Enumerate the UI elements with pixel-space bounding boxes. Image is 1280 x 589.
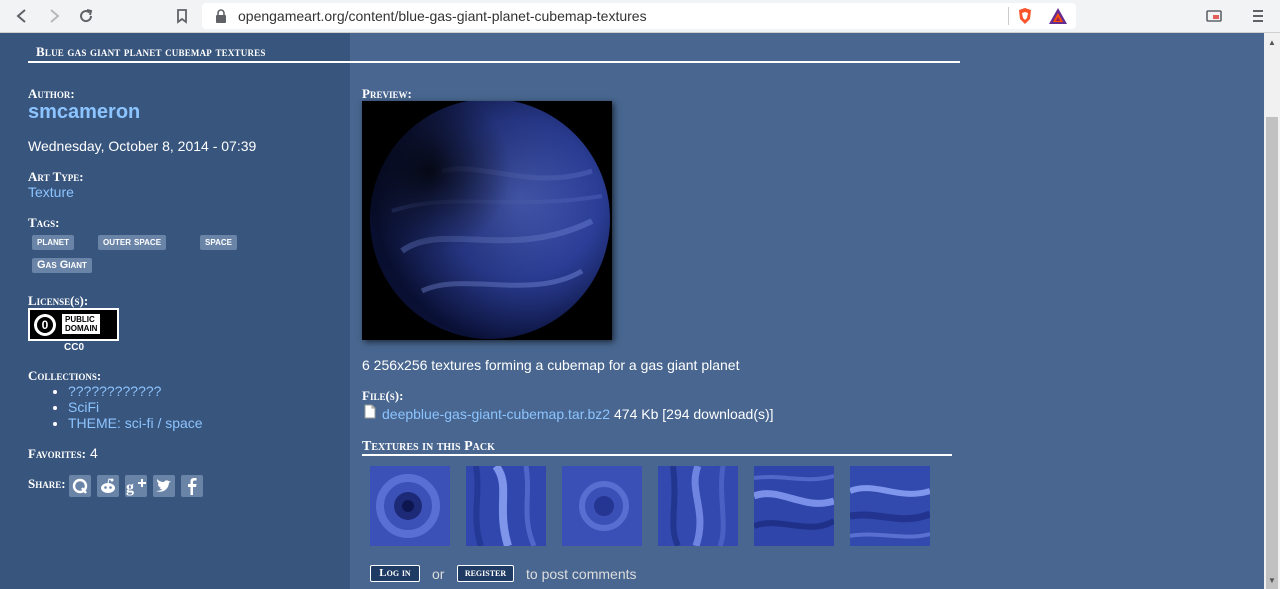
register-button[interactable]: register xyxy=(457,565,514,582)
list-item[interactable]: THEME: sci-fi / space xyxy=(68,415,203,431)
collection-link[interactable]: SciFi xyxy=(68,399,99,415)
page-title: Blue gas giant planet cubemap textures xyxy=(36,44,266,59)
license-label: License(s): xyxy=(28,293,89,308)
log-in-button[interactable]: Log in xyxy=(370,565,420,582)
back-icon[interactable] xyxy=(12,6,32,26)
file-download-link[interactable]: deepblue-gas-giant-cubemap.tar.bz2 xyxy=(382,406,610,422)
license-name: CC0 xyxy=(64,342,85,353)
tag-gas-giant[interactable]: Gas Giant xyxy=(32,258,92,273)
tags-label: Tags: xyxy=(28,215,60,230)
scroll-up-icon[interactable]: ▲ xyxy=(1268,39,1276,47)
share-quora-icon[interactable] xyxy=(69,475,91,497)
art-type-link[interactable]: Texture xyxy=(28,184,74,200)
collections-label: Collections: xyxy=(28,368,102,383)
texture-thumbnail[interactable] xyxy=(754,466,834,546)
planet-preview-image[interactable] xyxy=(362,101,612,340)
lock-icon xyxy=(214,8,228,24)
cc0-badge[interactable]: 0 PUBLIC DOMAIN xyxy=(28,308,119,341)
bookmark-icon[interactable] xyxy=(172,6,192,26)
list-item[interactable]: ???????????? xyxy=(68,383,203,399)
scroll-down-icon[interactable]: ▼ xyxy=(1268,577,1276,585)
tag-outer-space[interactable]: outer space xyxy=(98,235,167,250)
brave-shield-icon[interactable] xyxy=(1016,7,1034,25)
address-bar[interactable]: opengameart.org/content/blue-gas-giant-p… xyxy=(202,3,1076,29)
share-label: Share: xyxy=(28,476,66,491)
post-comments-text: to post comments xyxy=(526,566,637,582)
file-size-info: 474 Kb [294 download(s)] xyxy=(614,406,774,422)
collection-link[interactable]: ???????????? xyxy=(68,383,161,399)
forward-icon[interactable] xyxy=(44,6,64,26)
page-title-bar: Blue gas giant planet cubemap textures xyxy=(28,38,960,63)
brave-rewards-icon[interactable] xyxy=(1048,7,1068,25)
scrollbar-thumb[interactable] xyxy=(1266,117,1278,589)
or-text: or xyxy=(432,566,445,582)
post-date: Wednesday, October 8, 2014 - 07:39 xyxy=(28,138,257,154)
share-googleplus-icon[interactable]: g xyxy=(125,475,147,497)
texture-thumbnail[interactable] xyxy=(562,466,642,546)
share-twitter-icon[interactable] xyxy=(153,475,175,497)
collection-link[interactable]: THEME: sci-fi / space xyxy=(68,415,203,431)
menu-icon[interactable] xyxy=(1248,6,1268,26)
collections-list: ???????????? SciFi THEME: sci-fi / space xyxy=(52,383,203,431)
texture-thumbnail[interactable] xyxy=(466,466,546,546)
reload-icon[interactable] xyxy=(76,6,96,26)
textures-pack-heading: Textures in this Pack xyxy=(362,437,952,456)
file-icon xyxy=(364,404,376,419)
public-domain-mark: PUBLIC DOMAIN xyxy=(62,314,101,334)
share-facebook-icon[interactable] xyxy=(181,475,203,497)
svg-text:g: g xyxy=(126,479,134,496)
browser-toolbar: opengameart.org/content/blue-gas-giant-p… xyxy=(0,0,1280,33)
list-item[interactable]: SciFi xyxy=(68,399,203,415)
preview-label: Preview: xyxy=(362,86,412,101)
author-label: Author: xyxy=(28,86,75,101)
texture-description: 6 256x256 textures forming a cubemap for… xyxy=(362,357,740,373)
author-link[interactable]: smcameron xyxy=(28,101,140,124)
url-text: opengameart.org/content/blue-gas-giant-p… xyxy=(238,8,647,24)
favorites-count: 4 xyxy=(90,445,98,461)
texture-thumbnail[interactable] xyxy=(370,466,450,546)
favorites-label: Favorites: xyxy=(28,446,86,461)
cast-icon[interactable] xyxy=(1204,6,1224,26)
art-type-label: Art Type: xyxy=(28,169,84,184)
page-scrollbar[interactable]: ▲ ▼ xyxy=(1264,33,1280,589)
texture-thumbnail[interactable] xyxy=(658,466,738,546)
texture-thumbnail[interactable] xyxy=(850,466,930,546)
files-label: File(s): xyxy=(362,388,404,403)
tag-planet[interactable]: planet xyxy=(32,235,74,250)
url-divider xyxy=(1008,7,1009,25)
tag-space[interactable]: space xyxy=(200,235,237,250)
cc-zero-icon: 0 xyxy=(34,314,56,336)
share-reddit-icon[interactable] xyxy=(97,475,119,497)
